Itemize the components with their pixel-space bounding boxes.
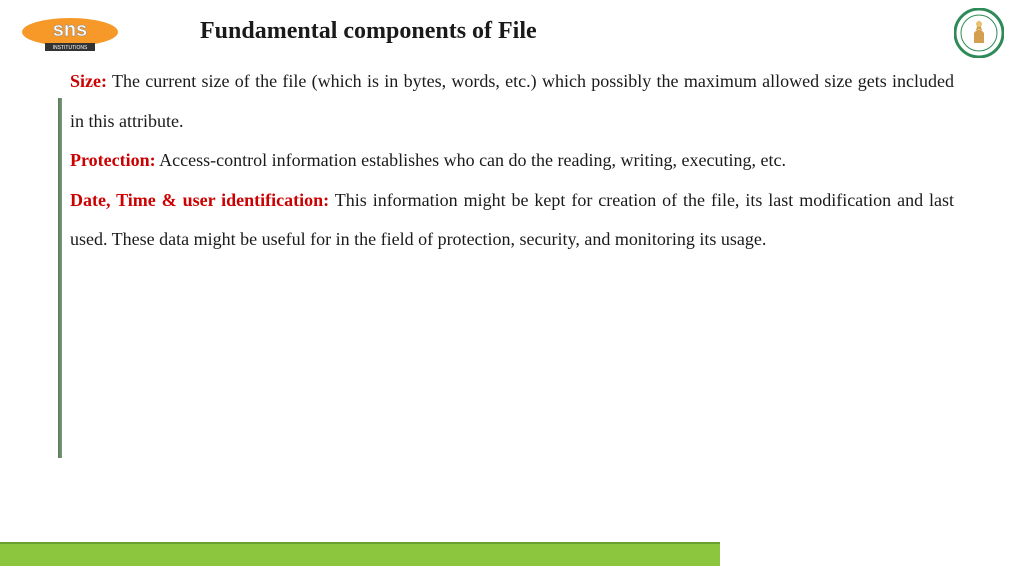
sns-logo: sns INSTITUTIONS [20, 10, 120, 55]
term-datetime: Date, Time & user identification: [70, 190, 329, 210]
term-size: Size: [70, 71, 107, 91]
body-size: The current size of the file (which is i… [70, 71, 954, 131]
content-area: Size: The current size of the file (whic… [70, 62, 954, 260]
svg-text:INSTITUTIONS: INSTITUTIONS [53, 45, 88, 51]
paragraph-datetime: Date, Time & user identification: This i… [70, 181, 954, 260]
body-protection: Access-control information establishes w… [156, 150, 786, 170]
page-title: Fundamental components of File [200, 18, 537, 45]
paragraph-size: Size: The current size of the file (whic… [70, 62, 954, 141]
svg-text:sns: sns [53, 19, 87, 41]
vertical-accent-bar [58, 98, 62, 458]
footer-accent-bar [0, 542, 720, 566]
college-seal [954, 8, 1004, 58]
paragraph-protection: Protection: Access-control information e… [70, 141, 954, 181]
term-protection: Protection: [70, 150, 156, 170]
